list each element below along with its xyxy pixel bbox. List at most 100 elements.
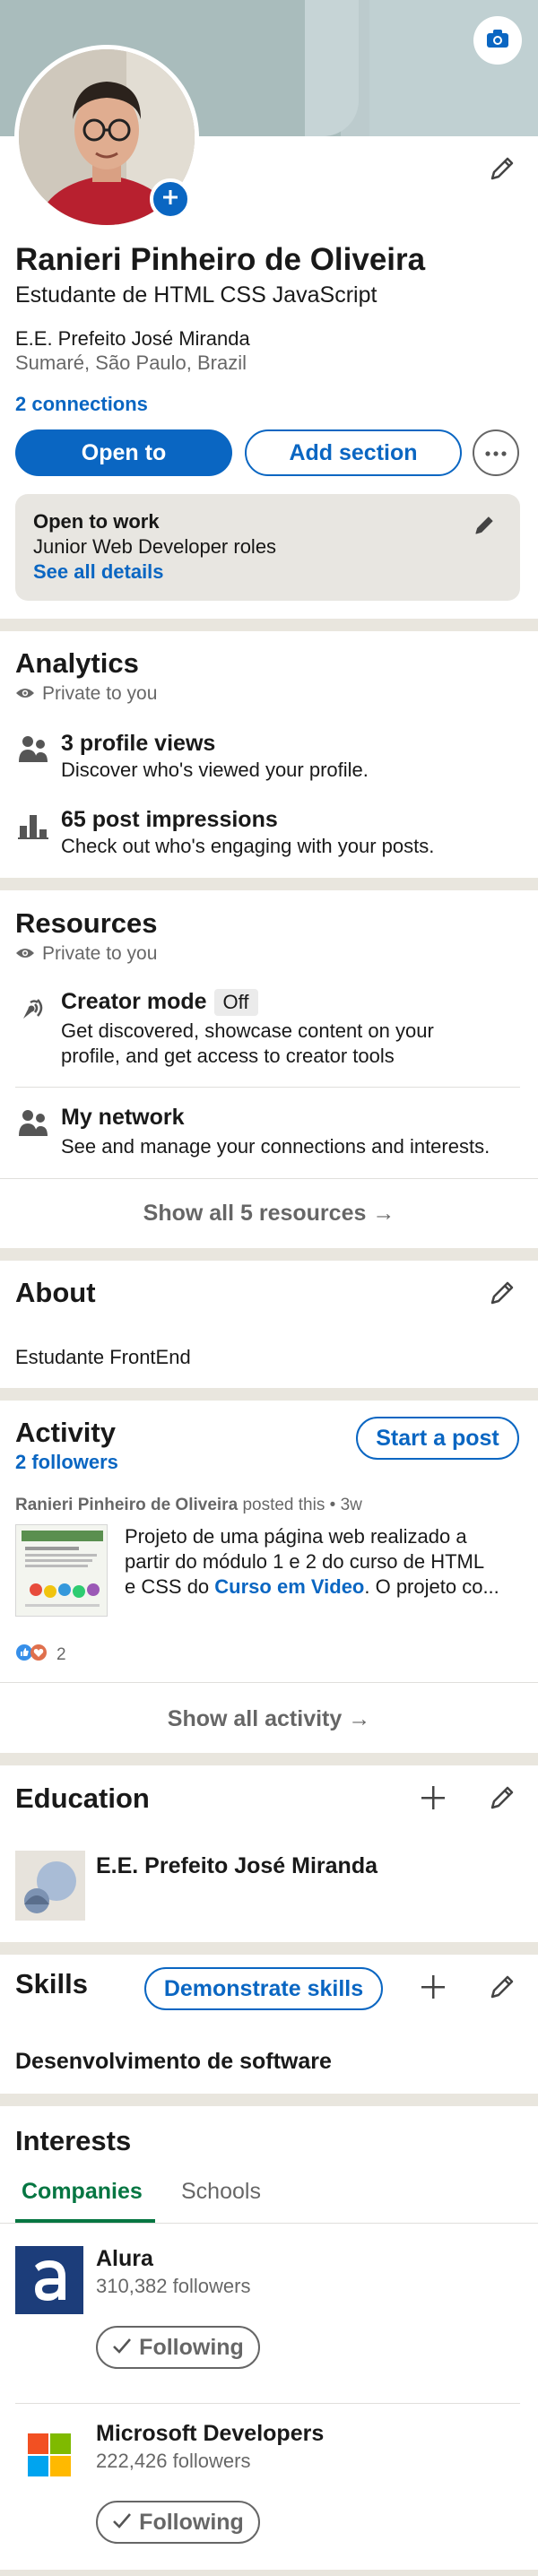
list-separator: [0, 1178, 538, 1179]
skill-item[interactable]: Desenvolvimento de software: [15, 2049, 332, 2075]
ellipsis-icon: [485, 445, 507, 461]
my-network-link[interactable]: My network: [61, 1105, 185, 1131]
love-reaction-icon: [30, 1644, 48, 1667]
list-separator: [15, 1087, 520, 1088]
show-all-activity-link[interactable]: Show all activity →: [0, 1706, 538, 1732]
list-separator: [15, 2403, 520, 2404]
edit-about-button[interactable]: [484, 1277, 520, 1313]
post-thumbnail[interactable]: [15, 1524, 108, 1617]
edit-education-button[interactable]: [484, 1782, 520, 1817]
company-followers: 310,382 followers: [96, 2275, 251, 2297]
post-text-segment: e CSS do: [125, 1575, 215, 1598]
section-divider: [0, 1388, 538, 1401]
profile-location: Sumaré, São Paulo, Brazil: [15, 351, 247, 374]
people-icon: [15, 1105, 51, 1141]
about-text: Estudante FrontEnd: [15, 1346, 191, 1368]
analytics-privacy: Private to you: [15, 683, 157, 705]
privacy-label: Private to you: [42, 683, 158, 704]
company-name[interactable]: Alura: [96, 2246, 153, 2272]
see-all-details-link[interactable]: See all details: [33, 560, 164, 584]
profile-school[interactable]: E.E. Prefeito José Miranda: [15, 327, 250, 351]
broadcast-icon: [15, 989, 51, 1025]
bullet: •: [329, 1496, 336, 1514]
post-meta: Ranieri Pinheiro de Oliveira posted this…: [15, 1496, 362, 1515]
add-section-button[interactable]: Add section: [245, 429, 462, 476]
plus-icon: [420, 1784, 447, 1816]
tab-schools[interactable]: Schools: [181, 2179, 261, 2205]
skills-title: Skills: [15, 1968, 88, 1999]
following-button[interactable]: Following: [96, 2326, 260, 2369]
post-impressions-subtitle: Check out who's engaging with your posts…: [61, 835, 435, 857]
post-author[interactable]: Ranieri Pinheiro de Oliveira: [15, 1496, 238, 1514]
profile-name: Ranieri Pinheiro de Oliveira: [15, 242, 426, 277]
check-icon: [112, 2335, 132, 2361]
plus-icon: [420, 1973, 447, 2005]
people-icon: [15, 731, 51, 767]
section-divider: [0, 1753, 538, 1765]
about-title: About: [15, 1277, 96, 1308]
post-impressions-link[interactable]: 65 post impressions: [61, 807, 278, 833]
profile-headline: Estudante de HTML CSS JavaScript: [15, 282, 377, 308]
open-to-button[interactable]: Open to: [15, 429, 232, 476]
privacy-label: Private to you: [42, 943, 158, 964]
post-text-line3[interactable]: e CSS do Curso em Video. O projeto co...: [125, 1574, 519, 1600]
resources-privacy: Private to you: [15, 943, 157, 965]
creator-mode-subtitle-line2: profile, and get access to creator tools: [61, 1045, 395, 1067]
alura-logo[interactable]: [15, 2246, 83, 2314]
tab-companies[interactable]: Companies: [22, 2179, 143, 2205]
creator-mode-item[interactable]: Creator mode Off: [61, 989, 258, 1016]
bar-chart-icon: [15, 807, 51, 843]
check-icon: [112, 2510, 132, 2536]
education-title: Education: [15, 1782, 150, 1814]
more-actions-button[interactable]: [473, 429, 519, 476]
curso-em-video-link[interactable]: Curso em Video: [214, 1575, 364, 1598]
post-text-line2[interactable]: partir do módulo 1 e 2 do curso de HTML: [125, 1549, 519, 1574]
pencil-icon: [488, 154, 516, 187]
profile-views-link[interactable]: 3 profile views: [61, 731, 215, 757]
connections-link[interactable]: 2 connections: [15, 393, 148, 416]
plus-icon: [161, 188, 179, 211]
post-text-line1[interactable]: Projeto de uma página web realizado a: [125, 1524, 519, 1549]
edit-cover-button[interactable]: [473, 16, 522, 65]
add-education-button[interactable]: [415, 1782, 451, 1817]
edit-intro-button[interactable]: [484, 152, 520, 188]
list-separator: [0, 1682, 538, 1683]
post-reactions[interactable]: 2: [15, 1644, 66, 1667]
demonstrate-skills-button[interactable]: Demonstrate skills: [144, 1967, 383, 2010]
section-divider: [0, 1942, 538, 1955]
followers-link[interactable]: 2 followers: [15, 1451, 118, 1474]
profile-page: Ranieri Pinheiro de Oliveira Estudante d…: [0, 0, 538, 2576]
eye-icon: [15, 943, 35, 965]
microsoft-logo[interactable]: [15, 2421, 83, 2489]
open-to-work-roles: Junior Web Developer roles: [33, 535, 277, 558]
my-network-subtitle: See and manage your connections and inte…: [61, 1135, 490, 1158]
education-school-name[interactable]: E.E. Prefeito José Miranda: [96, 1853, 377, 1879]
pencil-icon[interactable]: [473, 514, 496, 542]
company-name[interactable]: Microsoft Developers: [96, 2421, 324, 2447]
edit-skills-button[interactable]: [484, 1971, 520, 2007]
resources-title: Resources: [15, 907, 158, 939]
section-divider: [0, 2094, 538, 2106]
following-label: Following: [139, 2509, 244, 2535]
open-to-work-card[interactable]: Open to work Junior Web Developer roles …: [15, 494, 520, 601]
start-post-button[interactable]: Start a post: [356, 1417, 519, 1460]
reactions-count: 2: [56, 1645, 66, 1664]
post-time: 3w: [340, 1496, 362, 1514]
eye-icon: [15, 683, 35, 705]
creator-mode-status-badge: Off: [213, 989, 258, 1016]
post-text-segment: . O projeto co...: [364, 1575, 499, 1598]
add-skill-button[interactable]: [415, 1971, 451, 2007]
add-photo-button[interactable]: [150, 178, 191, 220]
interests-title: Interests: [15, 2125, 132, 2156]
following-label: Following: [139, 2334, 244, 2360]
section-divider: [0, 1248, 538, 1261]
section-divider: [0, 619, 538, 631]
creator-mode-subtitle-line1: Get discovered, showcase content on your: [61, 1019, 434, 1042]
school-logo[interactable]: [15, 1851, 85, 1921]
activity-title: Activity: [15, 1417, 116, 1448]
pencil-icon: [488, 1973, 516, 2006]
following-button[interactable]: Following: [96, 2501, 260, 2544]
show-all-resources-link[interactable]: Show all 5 resources →: [0, 1201, 538, 1227]
profile-views-subtitle: Discover who's viewed your profile.: [61, 759, 369, 781]
post-action: posted this: [242, 1496, 325, 1514]
